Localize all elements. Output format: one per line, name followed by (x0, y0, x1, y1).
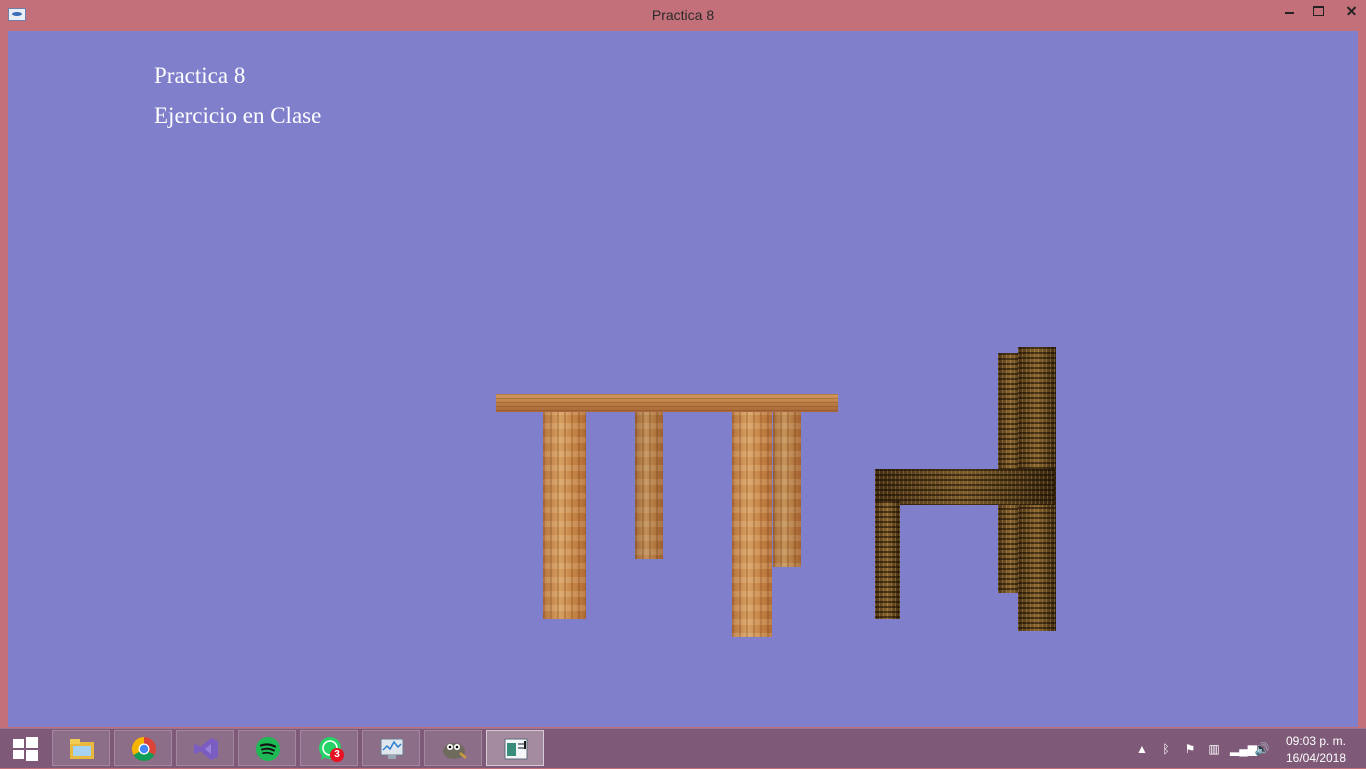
window-title: Practica 8 (651, 7, 715, 23)
maximize-button[interactable] (1303, 0, 1333, 22)
table-top (496, 394, 838, 412)
spotify-icon (256, 737, 280, 761)
taskbar-spotify[interactable] (238, 730, 296, 766)
taskbar-whatsapp[interactable]: 3 (300, 730, 358, 766)
notification-badge: 3 (330, 748, 344, 762)
table-leg-back-right (773, 409, 801, 567)
close-button[interactable] (1336, 0, 1366, 22)
show-hidden-icons-chevron-icon[interactable]: ▲ (1134, 741, 1150, 757)
start-button[interactable] (0, 729, 50, 769)
window-title-bar[interactable]: Practica 8 (0, 0, 1366, 31)
file-explorer-icon (70, 739, 94, 759)
action-center-flag-icon[interactable]: ⚑ (1182, 741, 1198, 757)
taskbar-visual-studio[interactable] (176, 730, 234, 766)
bluetooth-icon[interactable]: ᛒ (1158, 741, 1174, 757)
opengl-canvas[interactable]: Practica 8 Ejercicio en Clase (8, 31, 1358, 727)
taskbar-practica-8[interactable] (486, 730, 544, 766)
chrome-icon (131, 737, 156, 762)
opengl-app-icon (504, 738, 528, 760)
chair-front-leg (875, 501, 900, 619)
clock-date[interactable]: 16/04/2018 (1276, 751, 1356, 765)
table-leg-front-right (732, 409, 772, 637)
visual-studio-icon (194, 738, 218, 760)
taskbar-file-explorer[interactable] (52, 730, 110, 766)
taskbar-system-monitor[interactable] (362, 730, 420, 766)
taskbar-gimp[interactable] (424, 730, 482, 766)
chair-seat (875, 469, 1055, 505)
clock-time[interactable]: 09:03 p. m. (1276, 734, 1356, 748)
scene-caption-subtitle: Ejercicio en Clase (154, 103, 322, 128)
taskbar-chrome[interactable] (114, 730, 172, 766)
minimize-button[interactable] (1275, 0, 1305, 22)
taskbar: 3 ▲ ᛒ ⚑ ▥ ▂▄▆ 🔊 09:03 p. m. 16/04/2018 (0, 728, 1366, 768)
system-monitor-icon (380, 738, 404, 759)
network-devices-icon[interactable]: ▥ (1206, 741, 1222, 757)
signal-bars-icon[interactable]: ▂▄▆ (1230, 741, 1257, 757)
table-leg-back-left (635, 409, 663, 559)
gimp-icon (443, 743, 467, 759)
table-leg-front-left (543, 409, 586, 619)
system-tray: ▲ ᛒ ⚑ ▥ ▂▄▆ 🔊 09:03 p. m. 16/04/2018 (1132, 729, 1366, 769)
scene-caption-title: Practica 8 (154, 63, 246, 88)
volume-icon[interactable]: 🔊 (1254, 741, 1270, 757)
